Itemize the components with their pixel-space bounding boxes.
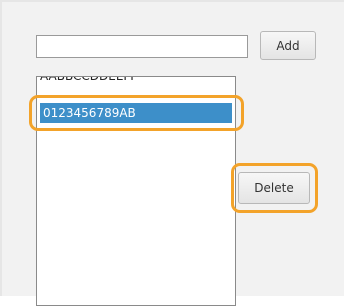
entry-input[interactable]	[36, 35, 248, 58]
delete-button[interactable]: Delete	[238, 172, 310, 204]
settings-panel: Add AABBCCDDEEFF 0123456789AB Delete	[0, 0, 344, 306]
entry-list[interactable]: AABBCCDDEEFF 0123456789AB	[36, 76, 236, 306]
add-button[interactable]: Add	[260, 31, 316, 60]
list-item[interactable]: AABBCCDDEEFF	[37, 77, 235, 86]
list-item-selected[interactable]: 0123456789AB	[40, 103, 232, 123]
